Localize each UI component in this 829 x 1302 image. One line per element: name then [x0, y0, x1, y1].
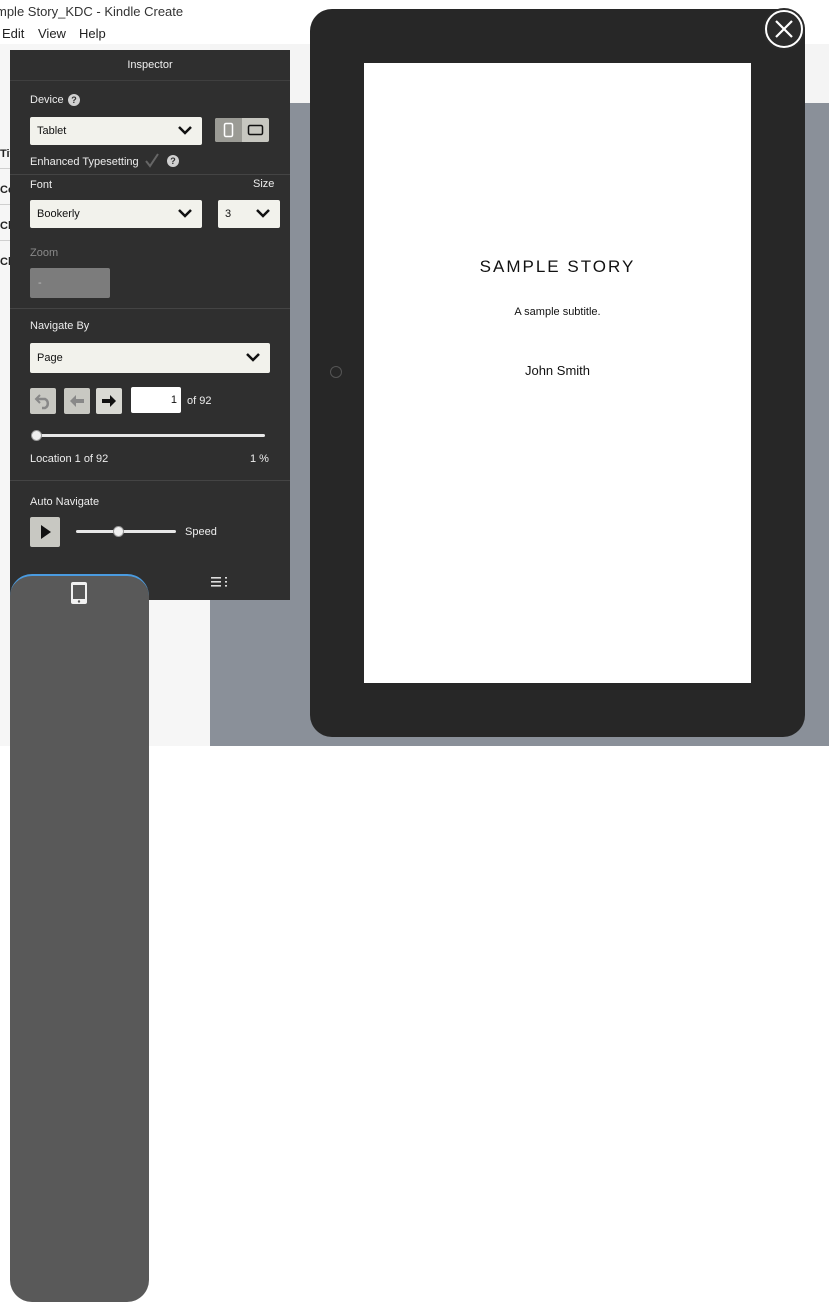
zoom-select[interactable]: - [30, 268, 110, 298]
menu-help[interactable]: Help [79, 26, 106, 41]
font-label: Font [30, 179, 53, 191]
chevron-down-icon [256, 209, 270, 218]
undo-arrow-icon [34, 394, 50, 410]
contents-divider [0, 204, 10, 205]
portrait-button[interactable] [215, 118, 242, 142]
location-label: Location 1 of 92 [30, 453, 109, 465]
device-label: Device [30, 94, 64, 106]
location-slider-track[interactable] [34, 434, 265, 437]
speed-slider-thumb[interactable] [113, 526, 124, 537]
navigate-by-label: Navigate By [30, 320, 90, 332]
arrow-left-icon [70, 395, 84, 407]
book-author: John Smith [524, 363, 591, 378]
inspector-title: Inspector [10, 50, 290, 81]
menu-edit[interactable]: Edit [2, 26, 24, 41]
section-divider [10, 480, 290, 481]
font-select[interactable]: Bookerly [30, 200, 202, 228]
size-label: Size [253, 178, 275, 190]
checkmark-icon [145, 153, 159, 168]
play-icon [41, 525, 51, 539]
location-percent: 1 % [250, 453, 269, 465]
navigate-by-value: Page [37, 352, 63, 364]
orientation-toggle [215, 118, 269, 142]
window-title: mple Story_KDC - Kindle Create [0, 4, 184, 19]
landscape-button[interactable] [242, 118, 269, 142]
next-page-button[interactable] [96, 388, 122, 414]
size-select[interactable]: 3 [218, 200, 280, 228]
inspector-tabs [10, 565, 290, 1302]
tab-table-of-contents[interactable] [150, 565, 290, 600]
preview-screen: SAMPLE STORY A sample subtitle. John Smi… [364, 63, 751, 683]
section-divider [10, 174, 290, 175]
contents-divider [0, 168, 10, 169]
menu-view[interactable]: View [38, 26, 66, 41]
navigate-by-select[interactable]: Page [30, 343, 270, 373]
device-select-value: Tablet [37, 125, 67, 137]
tab-device-preview[interactable] [10, 574, 149, 1302]
back-to-start-button[interactable] [30, 388, 56, 414]
zoom-value: - [38, 277, 42, 289]
play-button[interactable] [30, 517, 60, 547]
book-title: SAMPLE STORY [479, 257, 636, 276]
tablet-preview-frame: SAMPLE STORY A sample subtitle. John Smi… [310, 9, 805, 737]
location-slider-thumb[interactable] [31, 430, 43, 441]
zoom-label: Zoom [30, 247, 59, 259]
enhanced-typesetting-help-icon[interactable]: ? [167, 155, 179, 167]
speed-slider-track[interactable] [76, 530, 176, 533]
device-help-icon[interactable]: ? [68, 94, 80, 106]
size-select-value: 3 [225, 208, 232, 220]
close-icon [765, 10, 803, 48]
page-count-label: of 92 [187, 395, 212, 407]
device-home-button [330, 366, 342, 378]
chevron-down-icon [178, 126, 192, 135]
section-divider [10, 308, 290, 309]
chevron-down-icon [246, 353, 260, 362]
portrait-tablet-icon [223, 122, 234, 138]
book-subtitle: A sample subtitle. [514, 306, 601, 318]
arrow-right-icon [102, 395, 116, 407]
toc-list-icon [211, 577, 227, 587]
close-preview-button[interactable] [763, 8, 805, 50]
page-number-input[interactable] [131, 387, 181, 413]
auto-navigate-label: Auto Navigate [30, 496, 100, 508]
tablet-icon [71, 582, 87, 604]
enhanced-typesetting-label: Enhanced Typesetting [30, 156, 139, 168]
previous-page-button[interactable] [64, 388, 90, 414]
font-select-value: Bookerly [37, 208, 80, 220]
contents-divider [0, 240, 10, 241]
inspector-panel: Inspector Device ? Tablet Enhanced Types… [10, 50, 290, 1302]
device-select[interactable]: Tablet [30, 117, 202, 145]
landscape-tablet-icon [247, 124, 264, 136]
chevron-down-icon [178, 209, 192, 218]
speed-label: Speed [185, 526, 217, 538]
